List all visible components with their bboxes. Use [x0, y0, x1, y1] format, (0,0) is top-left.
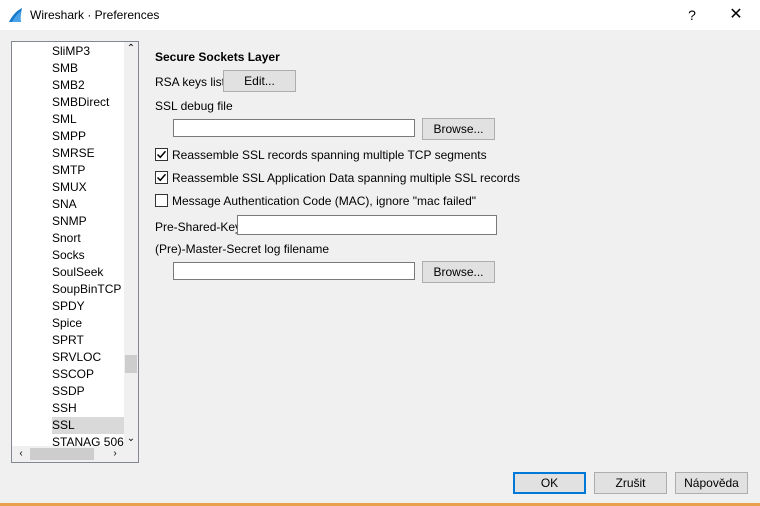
tree-item-smrse[interactable]: SMRSE: [52, 145, 124, 162]
scroll-down-icon[interactable]: ⌄: [124, 432, 138, 446]
vertical-scroll-thumb[interactable]: [125, 355, 137, 373]
title-bar: Wireshark · Preferences ? ✕: [0, 0, 760, 30]
master-secret-log-input[interactable]: [173, 262, 415, 280]
tree-item-snort[interactable]: Snort: [52, 230, 124, 247]
pre-shared-key-label: Pre-Shared-Key: [155, 220, 242, 234]
master-secret-log-label: (Pre)-Master-Secret log filename: [155, 242, 330, 256]
tree-item-srvloc[interactable]: SRVLOC: [52, 349, 124, 366]
protocol-tree[interactable]: SliMP3 SMB SMB2 SMBDirect SML SMPP SMRSE SMTP SM…: [11, 41, 139, 463]
tree-item-sna[interactable]: SNA: [52, 196, 124, 213]
reassemble-appdata-checkbox[interactable]: [155, 171, 168, 184]
tree-item-snmp[interactable]: SNMP: [52, 213, 124, 230]
mac-ignore-checkbox[interactable]: [155, 194, 168, 207]
edit-rsa-keys-button[interactable]: Edit...: [223, 70, 296, 92]
rsa-keys-label: RSA keys list: [155, 75, 226, 89]
tree-item-socks[interactable]: Socks: [52, 247, 124, 264]
ssl-debug-file-label: SSL debug file: [155, 99, 233, 113]
tree-item-ssh[interactable]: SSH: [52, 400, 124, 417]
tree-item-smpp[interactable]: SMPP: [52, 128, 124, 145]
tree-item-ssdp[interactable]: SSDP: [52, 383, 124, 400]
pre-shared-key-input[interactable]: [237, 215, 497, 235]
section-title: Secure Sockets Layer: [155, 50, 280, 64]
mac-ignore-label: Message Authentication Code (MAC), ignor…: [172, 194, 477, 208]
tree-item-smb2[interactable]: SMB2: [52, 77, 124, 94]
tree-item-slimp3[interactable]: SliMP3: [52, 43, 124, 60]
tree-item-smb[interactable]: SMB: [52, 60, 124, 77]
checkmark-icon: [156, 173, 167, 182]
ok-button[interactable]: OK: [513, 472, 586, 494]
tree-item-soupbintcp[interactable]: SoupBinTCP: [52, 281, 124, 298]
browse-master-secret-button[interactable]: Browse...: [422, 261, 495, 283]
reassemble-appdata-label: Reassemble SSL Application Data spanning…: [172, 171, 520, 185]
tree-item-spice[interactable]: Spice: [52, 315, 124, 332]
ssl-debug-file-input[interactable]: [173, 119, 415, 137]
tree-item-smux[interactable]: SMUX: [52, 179, 124, 196]
wireshark-fin-icon: [9, 8, 22, 22]
scroll-right-icon[interactable]: ›: [108, 447, 122, 461]
close-icon[interactable]: ✕: [722, 4, 750, 26]
tree-item-smtp[interactable]: SMTP: [52, 162, 124, 179]
tree-item-sml[interactable]: SML: [52, 111, 124, 128]
browse-debug-file-button[interactable]: Browse...: [422, 118, 495, 140]
scrollbar-corner: [124, 446, 138, 462]
horizontal-scrollbar[interactable]: ‹ ›: [12, 446, 124, 462]
cancel-button[interactable]: Zrušit: [594, 472, 667, 494]
tree-item-ssl[interactable]: SSL: [52, 417, 124, 434]
tree-item-smbdirect[interactable]: SMBDirect: [52, 94, 124, 111]
reassemble-tcp-checkbox[interactable]: [155, 148, 168, 161]
horizontal-scroll-thumb[interactable]: [30, 448, 94, 460]
reassemble-tcp-label: Reassemble SSL records spanning multiple…: [172, 148, 487, 162]
vertical-scrollbar[interactable]: ⌃ ⌄: [124, 42, 138, 446]
scroll-left-icon[interactable]: ‹: [14, 447, 28, 461]
tree-item-sscop[interactable]: SSCOP: [52, 366, 124, 383]
scroll-up-icon[interactable]: ⌃: [124, 42, 138, 56]
help-button[interactable]: Nápověda: [675, 472, 748, 494]
window-title: Wireshark · Preferences: [30, 8, 160, 22]
help-icon[interactable]: ?: [680, 4, 704, 26]
tree-item-soulseek[interactable]: SoulSeek: [52, 264, 124, 281]
tree-item-sprt[interactable]: SPRT: [52, 332, 124, 349]
checkmark-icon: [156, 150, 167, 159]
tree-item-spdy[interactable]: SPDY: [52, 298, 124, 315]
